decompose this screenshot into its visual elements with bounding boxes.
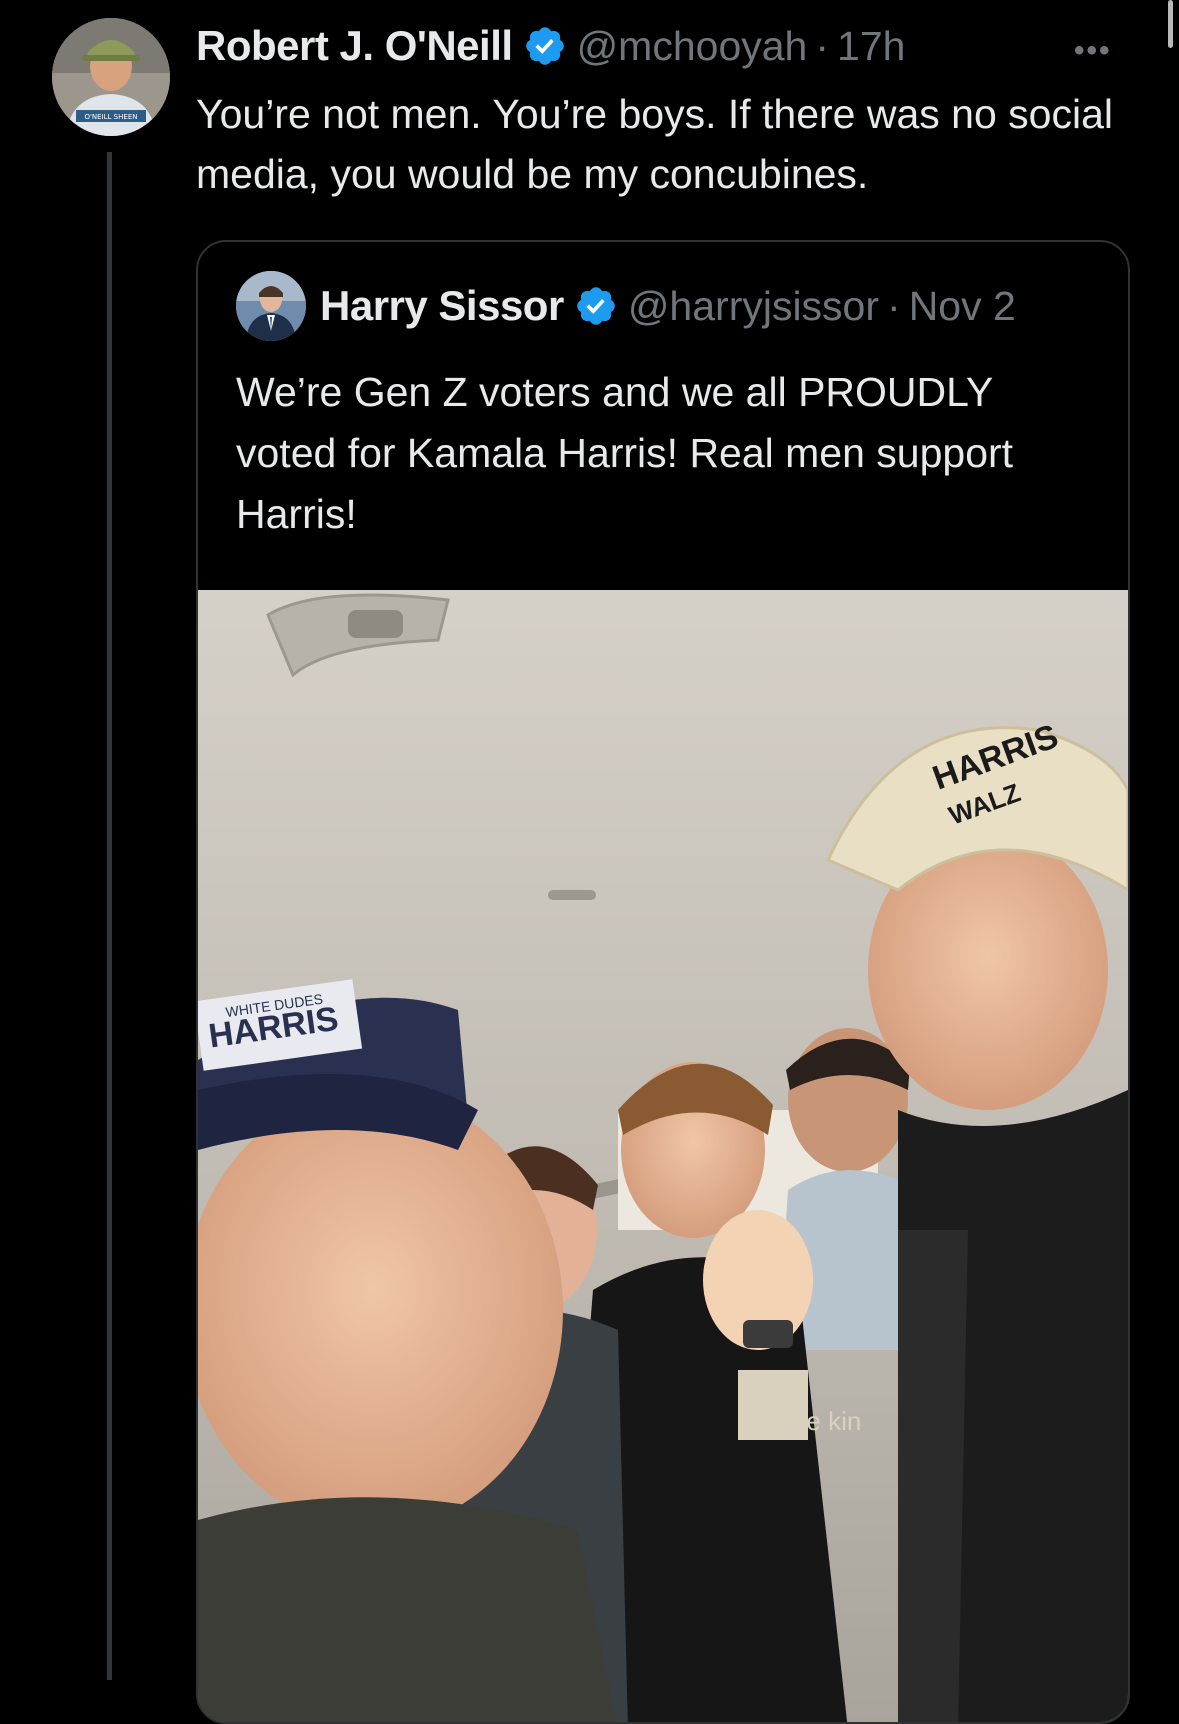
quoted-tweet-card[interactable]: Harry Sissor @harryjsissor · Nov 2 We’re… [196, 240, 1130, 1724]
author-handle[interactable]: @mchooyah [577, 23, 808, 70]
verified-badge-icon [525, 27, 564, 65]
verified-badge-icon [577, 287, 615, 325]
quoted-tweet-date[interactable]: Nov 2 [909, 283, 1016, 330]
tweet-timestamp[interactable]: 17h [837, 23, 905, 70]
quoted-author-name[interactable]: Harry Sissor [320, 282, 564, 330]
more-horizontal-icon[interactable]: ••• [1074, 34, 1112, 68]
tweet-text: You’re not men. You’re boys. If there wa… [196, 91, 1113, 197]
quoted-author-avatar[interactable] [236, 271, 306, 341]
avatar-shirt-text: O'NEILL SHEEN [85, 113, 138, 121]
quoted-tweet-photo[interactable]: HARRIS WALZ HARRIS WHITE DUDES gone kin [198, 590, 1128, 1722]
shirt-text: gone kin [763, 1406, 861, 1436]
separator-dot: · [887, 282, 901, 329]
thread-line [107, 152, 112, 1680]
quoted-author-handle[interactable]: @harryjsissor [628, 283, 879, 330]
tweet-header: Robert J. O'Neill @mchooyah · 17h [196, 18, 1126, 74]
quoted-tweet-header: Harry Sissor @harryjsissor · Nov 2 [236, 271, 1106, 341]
separator-dot: · [815, 22, 830, 69]
scrollbar[interactable] [1168, 0, 1173, 48]
author-avatar[interactable]: O'NEILL SHEEN [52, 18, 170, 136]
quoted-tweet-text: We’re Gen Z voters and we all PROUDLY vo… [236, 369, 1014, 537]
author-name[interactable]: Robert J. O'Neill [196, 22, 513, 70]
